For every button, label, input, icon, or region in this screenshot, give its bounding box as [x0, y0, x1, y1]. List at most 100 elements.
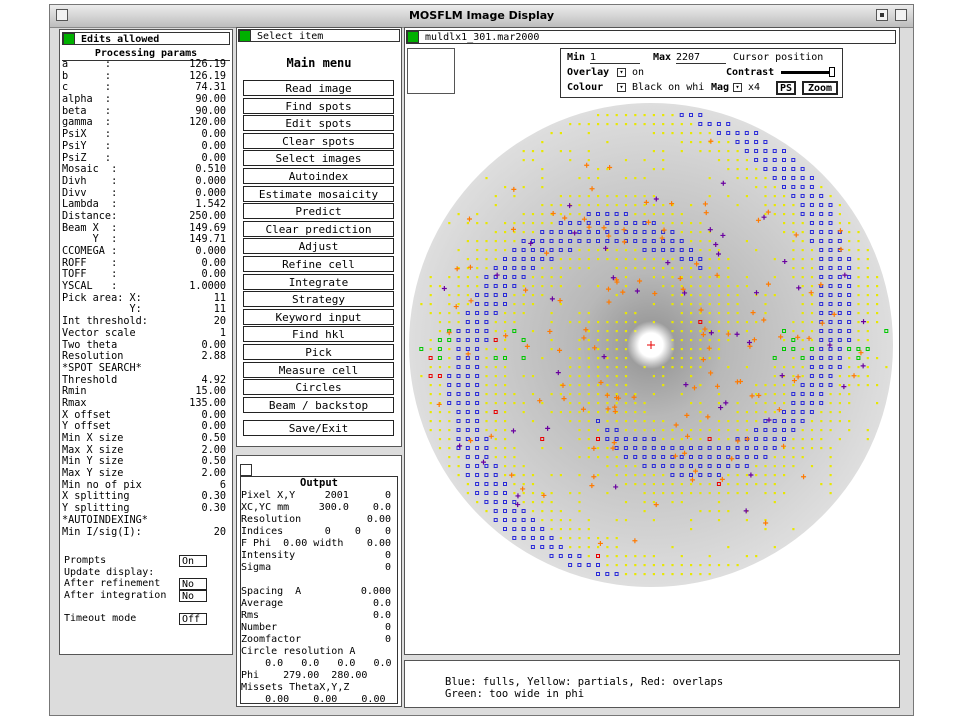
param-value[interactable]: 11 [214, 304, 226, 316]
param-row[interactable]: CCOMEGA : 0.000 [62, 246, 232, 258]
param-row[interactable]: *SPOT SEARCH* [62, 363, 232, 375]
param-value[interactable]: 0.000 [195, 246, 226, 258]
param-row[interactable]: c : 74.31 [62, 82, 232, 94]
param-value[interactable]: 0.00 [201, 141, 226, 153]
param-row[interactable]: Min Y size 0.50 [62, 456, 232, 468]
edits-allowed-toggle[interactable]: Edits allowed [62, 32, 230, 45]
param-value[interactable]: 126.19 [189, 71, 226, 83]
param-value[interactable]: 0.00 [201, 153, 226, 165]
menu-button-measure-cell[interactable]: Measure cell [243, 361, 394, 378]
param-row[interactable]: YSCAL : 1.0000 [62, 281, 232, 293]
param-row[interactable]: X offset 0.00 [62, 410, 232, 422]
param-row[interactable]: PsiZ : 0.00 [62, 153, 232, 165]
param-value[interactable]: 20 [214, 316, 226, 328]
param-value[interactable]: 0.000 [195, 176, 226, 188]
param-value[interactable]: 0.00 [201, 340, 226, 352]
menu-button-find-hkl[interactable]: Find hkl [243, 326, 394, 343]
param-value[interactable]: 250.00 [189, 211, 226, 223]
param-value[interactable]: 90.00 [195, 94, 226, 106]
param-value[interactable]: 120.00 [189, 117, 226, 129]
param-row[interactable]: Divv : 0.000 [62, 188, 232, 200]
prompts-toggle[interactable]: On [179, 555, 207, 567]
param-row[interactable]: beta : 90.00 [62, 106, 232, 118]
param-value[interactable]: 2.00 [201, 468, 226, 480]
param-value[interactable]: 1.0000 [189, 281, 226, 293]
maximize-icon[interactable] [895, 9, 907, 21]
param-row[interactable]: Int threshold: 20 [62, 316, 232, 328]
param-value[interactable]: 1 [220, 328, 226, 340]
param-value[interactable]: 0.00 [201, 421, 226, 433]
param-row[interactable]: Distance: 250.00 [62, 211, 232, 223]
contrast-slider-handle[interactable] [829, 67, 835, 77]
param-row[interactable]: Y: 11 [62, 304, 232, 316]
colour-menu[interactable]: ▾ Black on whi [617, 82, 704, 93]
param-value[interactable]: 0.00 [201, 410, 226, 422]
menu-button-strategy[interactable]: Strategy [243, 291, 394, 308]
param-value[interactable]: 0.00 [201, 269, 226, 281]
param-value[interactable]: 0.50 [201, 433, 226, 445]
param-row[interactable]: X splitting 0.30 [62, 491, 232, 503]
param-row[interactable]: Max X size 2.00 [62, 445, 232, 457]
param-row[interactable]: Min no of pix 6 [62, 480, 232, 492]
menu-button-keyword-input[interactable]: Keyword input [243, 308, 394, 325]
param-value[interactable]: 11 [214, 293, 226, 305]
menu-button-predict[interactable]: Predict [243, 203, 394, 220]
param-row[interactable]: b : 126.19 [62, 71, 232, 83]
param-row[interactable]: TOFF : 0.00 [62, 269, 232, 281]
menu-button-pick[interactable]: Pick [243, 344, 394, 360]
param-value[interactable]: 4.92 [201, 375, 226, 387]
param-row[interactable]: alpha : 90.00 [62, 94, 232, 106]
menu-button-edit-spots[interactable]: Edit spots [243, 115, 394, 132]
param-value[interactable]: 2.00 [201, 445, 226, 457]
param-value[interactable]: 149.69 [189, 223, 226, 235]
contrast-slider-track[interactable] [781, 71, 831, 74]
param-row[interactable]: a : 126.19 [62, 59, 232, 71]
min-input[interactable]: 1 [590, 52, 640, 64]
param-value[interactable]: 0.510 [195, 164, 226, 176]
param-value[interactable]: 1.542 [195, 199, 226, 211]
param-row[interactable]: Max Y size 2.00 [62, 468, 232, 480]
param-value[interactable]: 0.000 [195, 188, 226, 200]
param-row[interactable]: Min X size 0.50 [62, 433, 232, 445]
minimize-icon[interactable] [876, 9, 888, 21]
menu-button-circles[interactable]: Circles [243, 379, 394, 396]
param-row[interactable]: Pick area: X: 11 [62, 293, 232, 305]
param-value[interactable]: 126.19 [189, 59, 226, 71]
overlay-menu[interactable]: ▾ on [617, 67, 644, 78]
menu-button-integrate[interactable]: Integrate [243, 273, 394, 290]
param-row[interactable]: Lambda : 1.542 [62, 199, 232, 211]
menu-button-select-images[interactable]: Select images [243, 150, 394, 167]
menu-button-adjust[interactable]: Adjust [243, 238, 394, 255]
param-row[interactable]: *AUTOINDEXING* [62, 515, 232, 527]
after-refinement-toggle[interactable]: No [179, 578, 207, 590]
param-value[interactable]: 0.30 [201, 503, 226, 515]
menu-button-beam-backstop[interactable]: Beam / backstop [243, 396, 394, 413]
param-value[interactable]: 15.00 [195, 386, 226, 398]
param-row[interactable]: PsiY : 0.00 [62, 141, 232, 153]
menu-button-clear-prediction[interactable]: Clear prediction [243, 220, 394, 237]
menu-button-clear-spots[interactable]: Clear spots [243, 132, 394, 149]
param-value[interactable]: 2.88 [201, 351, 226, 363]
param-value[interactable]: 135.00 [189, 398, 226, 410]
param-row[interactable]: Resolution 2.88 [62, 351, 232, 363]
menu-button-refine-cell[interactable]: Refine cell [243, 256, 394, 272]
mag-menu[interactable]: ▾ x4 [733, 82, 760, 93]
ps-button[interactable]: PS [776, 81, 796, 95]
param-row[interactable]: Threshold 4.92 [62, 375, 232, 387]
menu-button-autoindex[interactable]: Autoindex [243, 168, 394, 184]
menu-button-estimate-mosaicity[interactable]: Estimate mosaicity [243, 185, 394, 202]
diffraction-image[interactable] [406, 100, 898, 652]
param-row[interactable]: Vector scale 1 [62, 328, 232, 340]
param-row[interactable]: ROFF : 0.00 [62, 258, 232, 270]
after-integration-toggle[interactable]: No [179, 590, 207, 602]
save-exit-button[interactable]: Save/Exit [243, 420, 394, 436]
param-value[interactable]: 74.31 [195, 82, 226, 94]
param-row[interactable]: Two theta 0.00 [62, 340, 232, 352]
param-value[interactable]: 0.00 [201, 129, 226, 141]
param-row[interactable]: Y splitting 0.30 [62, 503, 232, 515]
param-row[interactable]: Y : 149.71 [62, 234, 232, 246]
param-row[interactable]: gamma : 120.00 [62, 117, 232, 129]
param-value[interactable]: 0.30 [201, 491, 226, 503]
thumbnail-view[interactable] [407, 48, 455, 94]
param-row[interactable]: Y offset 0.00 [62, 421, 232, 433]
